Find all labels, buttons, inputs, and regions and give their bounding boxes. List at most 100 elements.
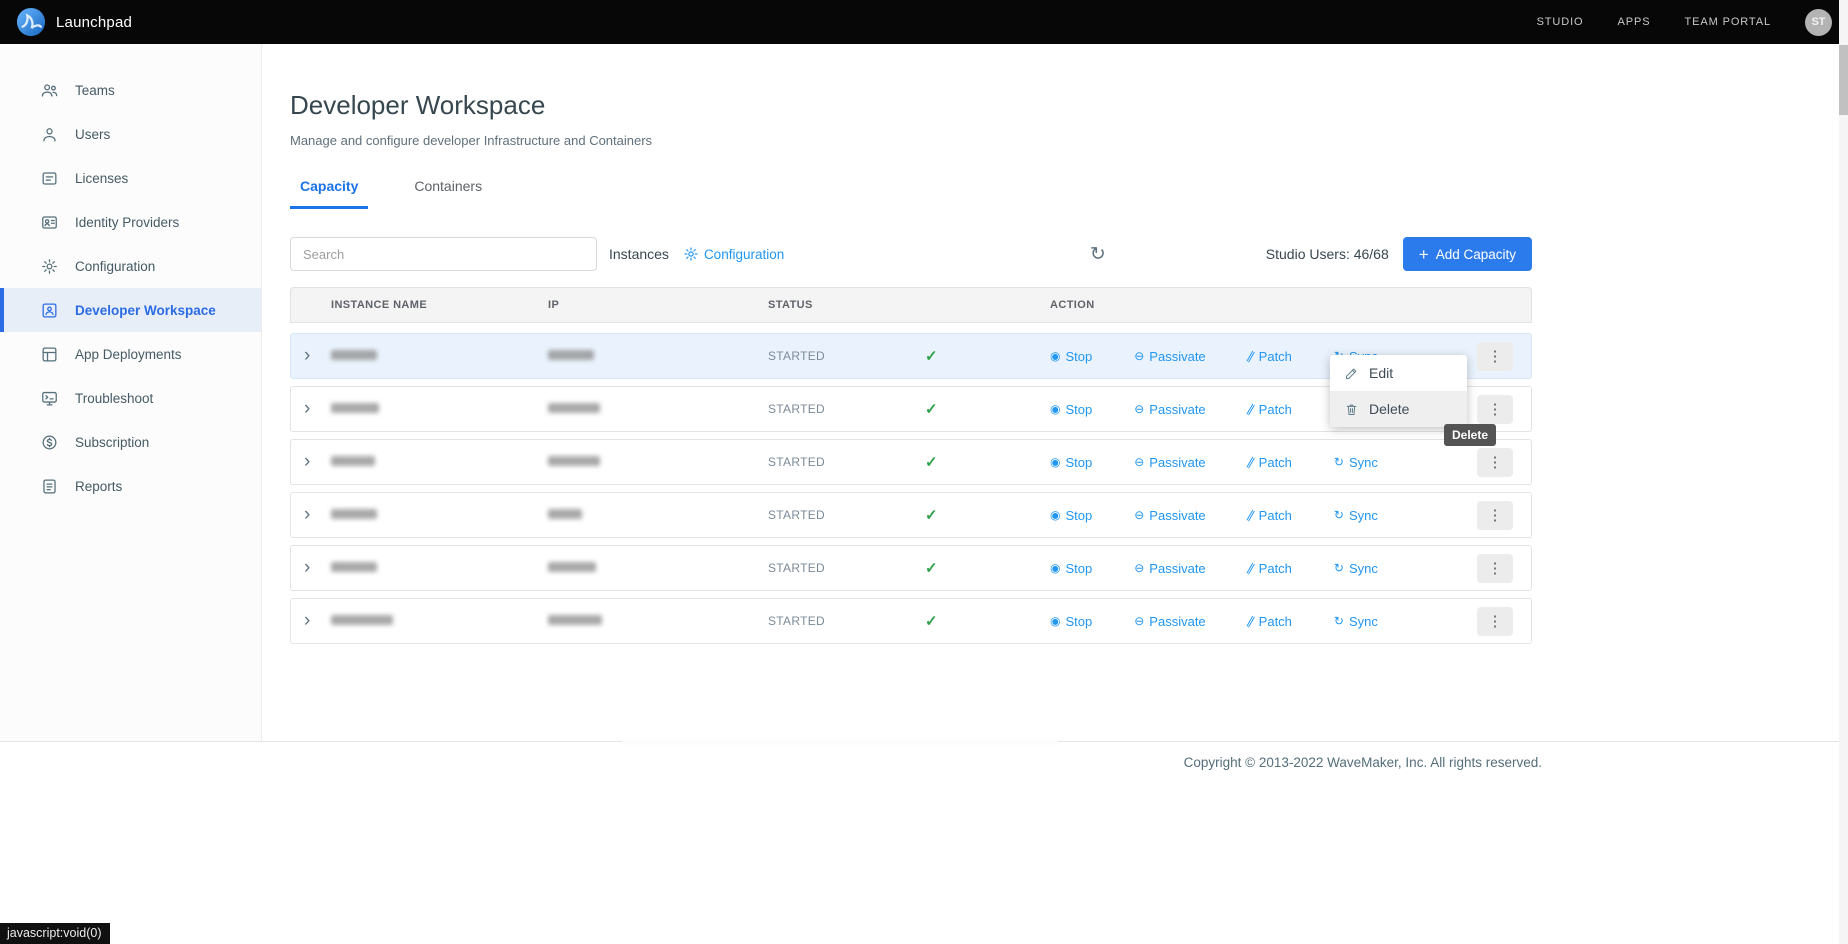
status-label: STARTED: [768, 614, 825, 628]
sidebar-item-licenses[interactable]: Licenses: [0, 156, 261, 200]
table-row[interactable]: › STARTED ✓ ◉Stop ⊖Passivate ∥Patch ↻Syn…: [290, 598, 1532, 644]
passivate-icon: ⊖: [1134, 403, 1144, 415]
sidebar-item-troubleshoot[interactable]: Troubleshoot: [0, 376, 261, 420]
status-label: STARTED: [768, 402, 825, 416]
sidebar-item-app-deployments[interactable]: App Deployments: [0, 332, 261, 376]
sidebar-item-label: Configuration: [75, 259, 155, 274]
patch-action[interactable]: ∥Patch: [1248, 508, 1292, 523]
patch-icon: ∥: [1245, 560, 1257, 575]
expand-chevron-icon[interactable]: ›: [291, 346, 310, 365]
scrollbar-track[interactable]: [1839, 0, 1848, 944]
expand-chevron-icon[interactable]: ›: [291, 399, 310, 418]
stop-action[interactable]: ◉Stop: [1050, 455, 1092, 470]
patch-action[interactable]: ∥Patch: [1248, 614, 1292, 629]
brand-name: Launchpad: [56, 14, 132, 31]
passivate-action[interactable]: ⊖Passivate: [1134, 614, 1205, 629]
redacted-ip: [548, 403, 600, 413]
sidebar-item-teams[interactable]: Teams: [0, 68, 261, 112]
reports-icon: [40, 477, 59, 496]
page-subtitle: Manage and configure developer Infrastru…: [290, 133, 1848, 148]
row-menu-button[interactable]: ⋮: [1477, 607, 1513, 636]
row-menu-button[interactable]: ⋮: [1477, 342, 1513, 371]
sync-icon: ↻: [1334, 562, 1344, 574]
passivate-action[interactable]: ⊖Passivate: [1134, 455, 1205, 470]
status-label: STARTED: [768, 508, 825, 522]
sidebar-item-configuration[interactable]: Configuration: [0, 244, 261, 288]
expand-chevron-icon[interactable]: ›: [291, 558, 310, 577]
expand-chevron-icon[interactable]: ›: [291, 452, 310, 471]
redacted-ip: [548, 509, 582, 519]
nav-link-team-portal[interactable]: TEAM PORTAL: [1684, 16, 1771, 28]
sync-action[interactable]: ↻Sync: [1334, 508, 1378, 523]
stop-action[interactable]: ◉Stop: [1050, 614, 1092, 629]
table-row[interactable]: › STARTED ✓ ◉Stop ⊖Passivate ∥Patch ↻Syn…: [290, 439, 1532, 485]
stop-icon: ◉: [1050, 403, 1060, 415]
stop-icon: ◉: [1050, 509, 1060, 521]
col-instance-name: INSTANCE NAME: [331, 299, 548, 311]
table-row[interactable]: › STARTED ✓ ◉Stop ⊖Passivate ∥Patch ↻Syn…: [290, 492, 1532, 538]
avatar[interactable]: ST: [1805, 9, 1832, 36]
top-navbar: Launchpad STUDIO APPS TEAM PORTAL ST: [0, 0, 1848, 44]
menu-item-edit[interactable]: Edit: [1330, 355, 1467, 391]
redacted-ip: [548, 456, 600, 466]
status-label: STARTED: [768, 349, 825, 363]
stop-action[interactable]: ◉Stop: [1050, 402, 1092, 417]
menu-item-delete[interactable]: Delete: [1330, 391, 1467, 427]
plus-icon: +: [1419, 246, 1429, 263]
patch-action[interactable]: ∥Patch: [1248, 402, 1292, 417]
brand[interactable]: Launchpad: [16, 7, 132, 37]
stop-action[interactable]: ◉Stop: [1050, 349, 1092, 364]
row-menu-button[interactable]: ⋮: [1477, 554, 1513, 583]
sidebar-item-identity-providers[interactable]: Identity Providers: [0, 200, 261, 244]
col-status: STATUS: [768, 299, 1050, 311]
status-bar: javascript:void(0): [0, 923, 110, 944]
delete-tooltip: Delete: [1444, 424, 1496, 446]
table-header: INSTANCE NAME IP STATUS ACTION: [290, 287, 1532, 323]
nav-link-apps[interactable]: APPS: [1618, 16, 1651, 28]
edit-pencil-icon: [1344, 366, 1359, 381]
patch-action[interactable]: ∥Patch: [1248, 561, 1292, 576]
status-check-icon: ✓: [925, 612, 938, 630]
passivate-action[interactable]: ⊖Passivate: [1134, 508, 1205, 523]
expand-chevron-icon[interactable]: ›: [291, 505, 310, 524]
sync-action[interactable]: ↻Sync: [1334, 614, 1378, 629]
nav-link-studio[interactable]: STUDIO: [1537, 16, 1584, 28]
passivate-icon: ⊖: [1134, 615, 1144, 627]
app-root: Launchpad STUDIO APPS TEAM PORTAL ST Tea…: [0, 0, 1848, 944]
users-icon: [40, 125, 59, 144]
search-input[interactable]: [290, 237, 597, 271]
status-check-icon: ✓: [925, 347, 938, 365]
sidebar-item-developer-workspace[interactable]: Developer Workspace: [0, 288, 261, 332]
expand-chevron-icon[interactable]: ›: [291, 611, 310, 630]
redacted-ip: [548, 615, 602, 625]
row-menu-button[interactable]: ⋮: [1477, 501, 1513, 530]
sidebar-item-users[interactable]: Users: [0, 112, 261, 156]
tab-capacity[interactable]: Capacity: [290, 170, 368, 209]
refresh-icon[interactable]: ↻: [1090, 245, 1106, 264]
sidebar-item-subscription[interactable]: Subscription: [0, 420, 261, 464]
patch-action[interactable]: ∥Patch: [1248, 455, 1292, 470]
sidebar-item-label: Teams: [75, 83, 115, 98]
table-row[interactable]: › STARTED ✓ ◉Stop ⊖Passivate ∥Patch ↻Syn…: [290, 545, 1532, 591]
status-check-icon: ✓: [925, 453, 938, 471]
configuration-link[interactable]: Configuration: [683, 246, 784, 262]
patch-action[interactable]: ∥Patch: [1248, 349, 1292, 364]
sync-action[interactable]: ↻Sync: [1334, 561, 1378, 576]
tab-containers[interactable]: Containers: [404, 170, 492, 209]
sync-action[interactable]: ↻Sync: [1334, 455, 1378, 470]
add-capacity-button[interactable]: + Add Capacity: [1403, 237, 1532, 271]
passivate-action[interactable]: ⊖Passivate: [1134, 561, 1205, 576]
sidebar-item-label: Troubleshoot: [75, 391, 153, 406]
row-menu-button[interactable]: ⋮: [1477, 395, 1513, 424]
sync-icon: ↻: [1334, 456, 1344, 468]
passivate-action[interactable]: ⊖Passivate: [1134, 349, 1205, 364]
passivate-action[interactable]: ⊖Passivate: [1134, 402, 1205, 417]
stop-action[interactable]: ◉Stop: [1050, 561, 1092, 576]
sync-icon: ↻: [1334, 509, 1344, 521]
sidebar-item-reports[interactable]: Reports: [0, 464, 261, 508]
row-menu-button[interactable]: ⋮: [1477, 448, 1513, 477]
col-ip: IP: [548, 299, 768, 311]
stop-action[interactable]: ◉Stop: [1050, 508, 1092, 523]
scrollbar-thumb[interactable]: [1839, 45, 1848, 115]
status-check-icon: ✓: [925, 400, 938, 418]
